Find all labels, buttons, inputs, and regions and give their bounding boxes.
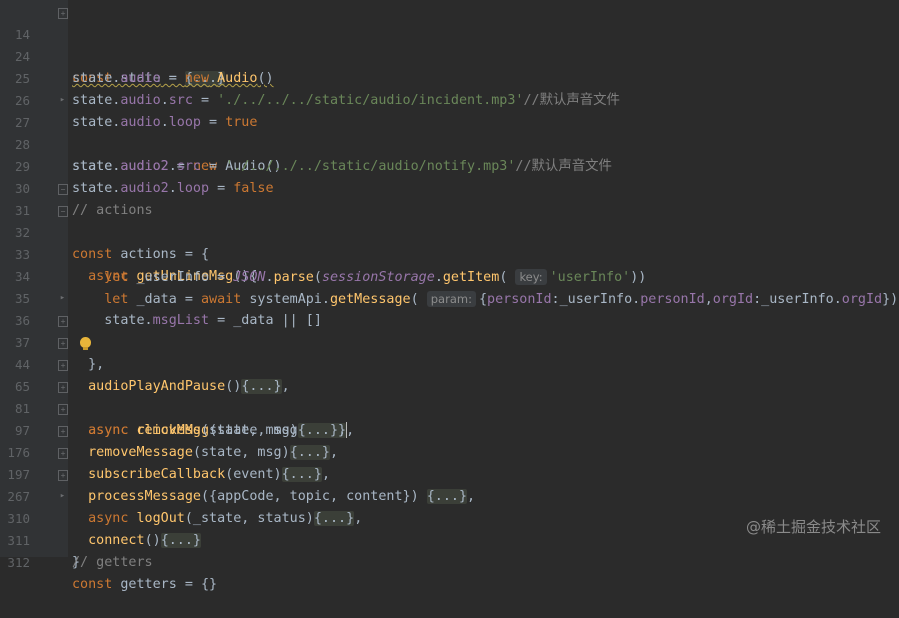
fold-expand-icon[interactable]: + [58,316,68,327]
lightbulb-icon[interactable] [80,337,91,350]
fold-expand-icon[interactable]: + [58,426,68,437]
code-line: 14 + const state = {...} [0,2,899,86]
code-editor[interactable]: 14 + const state = {...} 24 state.audio … [0,0,899,592]
fold-expand-icon[interactable]: + [58,404,68,415]
code-line: 81 + removeMessage(state, msg){...}, [0,376,899,460]
line-number: 312 [7,555,30,570]
code-line: 176 + processMessage({appCode, topic, co… [0,420,899,504]
code-line: 29 state.audio2.loop = false [0,134,899,196]
fold-arrow-icon[interactable]: ▸ [58,490,67,502]
fold-collapse-icon[interactable]: − [58,206,68,217]
code-line: 65 + async clickMsg(state, msg){...}, [0,354,899,438]
code-line: 25 state.audio.src = './../../../static/… [0,46,899,108]
code-line: 197 + async logOut(_state, status){...}, [0,442,899,526]
code-line: 32 − async getUnLineMsg(){ [0,200,899,284]
code-line: 267 + connect(){...} [0,464,899,548]
fold-expand-icon[interactable]: + [58,470,68,481]
watermark: @稀土掘金技术社区 [745,518,881,536]
code-line: 27 ▸ state.audio2 = new Audio() [0,90,899,174]
fold-arrow-icon[interactable]: ▸ [58,292,67,304]
code-line: 35 state.msgList = _data || [] [0,266,899,328]
fold-expand-icon[interactable]: + [58,338,68,349]
code-line: 36 ▸ }, [0,288,899,372]
code-line: 24 state.audio = new Audio() [0,24,899,86]
fold-collapse-icon[interactable]: − [58,184,68,195]
code-line: 31 − const actions = { [0,178,899,262]
code-line: 33 let _userInfo = JSON.parse(sessionSto… [0,222,899,285]
fold-expand-icon[interactable]: + [58,448,68,459]
code-line: 97 + subscribeCallback(event){...}, [0,398,899,482]
fold-expand-icon[interactable]: + [58,360,68,371]
code-line: 44 + async removeMsg(state, msg){...}, [0,332,899,438]
code-line: 28 state.audio2.src = './../../../static… [0,112,899,174]
code-line: 26 state.audio.loop = true [0,68,899,130]
code-line: 37 + audioPlayAndPause(){...}, [0,310,899,394]
code-line: 30 // actions [0,156,899,218]
code-line: 310 ▸ } [0,486,899,570]
fold-arrow-icon[interactable]: ▸ [58,94,67,106]
fold-expand-icon[interactable]: + [58,8,68,19]
code-line: 34 let _data = await systemApi.getMessag… [0,244,899,307]
fold-expand-icon[interactable]: + [58,382,68,393]
